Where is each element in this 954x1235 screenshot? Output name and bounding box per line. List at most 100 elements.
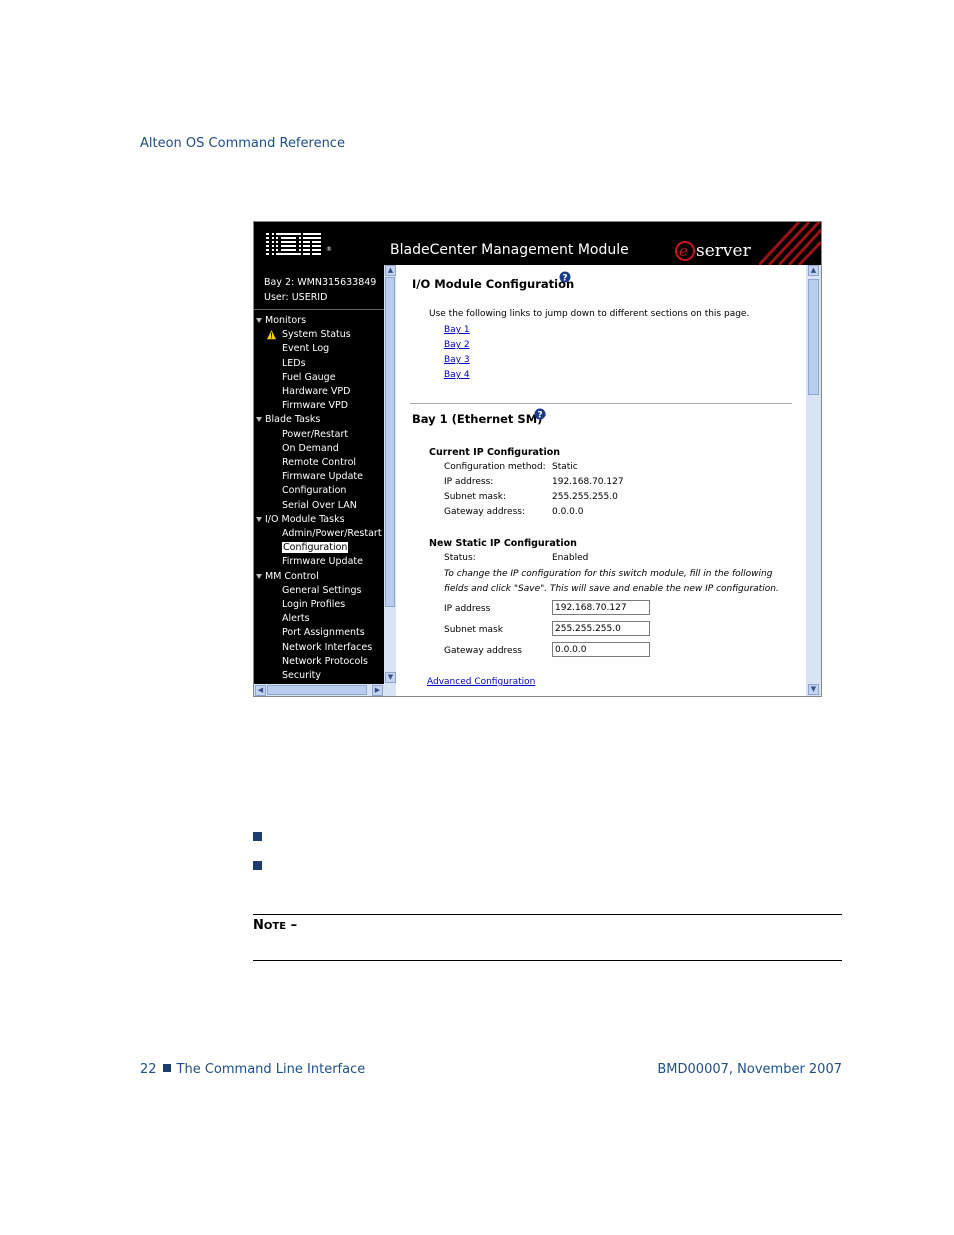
instruction-text: fields and click "Save". This will save … <box>444 584 779 594</box>
scroll-left-arrow-icon[interactable]: ◀ <box>255 685 266 696</box>
sidebar-item-label: Configuration <box>282 542 349 554</box>
sidebar-item-label: Login Profiles <box>282 599 346 610</box>
nav-section-i-o-module-tasks[interactable]: I/O Module Tasks <box>256 513 345 527</box>
nav-sidebar: Bay 2: WMN315633849 User: USERID Monitor… <box>254 265 384 696</box>
status-label: Status: <box>444 553 476 563</box>
banner-decoration-icon <box>759 222 821 265</box>
sidebar-item-label: On Demand <box>282 442 339 454</box>
sidebar-item-label: Hardware VPD <box>282 386 351 397</box>
nav-section-label: Blade Tasks <box>265 414 321 426</box>
ibm-reg-mark: ® <box>326 246 332 253</box>
divider <box>410 403 792 404</box>
sidebar-item-firmware-update[interactable]: Firmware Update <box>282 555 363 569</box>
sidebar-item-security[interactable]: Security <box>282 669 321 683</box>
scroll-up-arrow-icon[interactable]: ▲ <box>385 265 396 276</box>
instruction-text: To change the IP configuration for this … <box>444 569 773 579</box>
sidebar-item-event-log[interactable]: Event Log <box>282 342 329 356</box>
sidebar-item-alerts[interactable]: Alerts <box>282 612 310 626</box>
new-config-heading: New Static IP Configuration <box>429 538 577 549</box>
nav-section-blade-tasks[interactable]: Blade Tasks <box>256 413 320 427</box>
sidebar-item-firmware-update[interactable]: Firmware Update <box>282 470 363 484</box>
current-label: Subnet mask: <box>444 492 506 502</box>
help-icon[interactable]: ? <box>534 408 546 420</box>
sidebar-item-configuration[interactable]: Configuration <box>282 484 346 498</box>
sidebar-item-general-settings[interactable]: General Settings <box>282 584 361 598</box>
sidebar-item-firmware-vpd[interactable]: Firmware VPD <box>282 399 348 413</box>
expand-triangle-icon[interactable] <box>256 318 262 323</box>
svg-text:?: ? <box>562 274 567 284</box>
main-content: I/O Module Configuration ? Use the follo… <box>396 265 806 696</box>
bay-link-3[interactable]: Bay 3 <box>444 355 470 365</box>
sidebar-item-label: Power/Restart <box>282 428 349 440</box>
sidebar-item-hardware-vpd[interactable]: Hardware VPD <box>282 385 350 399</box>
note-label: NOTE – <box>253 918 297 933</box>
bullet-square-icon <box>253 861 262 870</box>
screenshot-bladecenter: ® BladeCenter Management Module e server… <box>253 221 822 697</box>
sidebar-item-label: Firmware Update <box>282 556 363 568</box>
sidebar-item-login-profiles[interactable]: Login Profiles <box>282 598 345 612</box>
sidebar-item-label: Security <box>282 670 322 681</box>
bay-link-4[interactable]: Bay 4 <box>444 370 470 380</box>
sidebar-item-fuel-gauge[interactable]: Fuel Gauge <box>282 371 336 385</box>
current-value: 255.255.255.0 <box>552 492 618 502</box>
scroll-right-arrow-icon[interactable]: ▶ <box>372 685 383 696</box>
nav-section-mm-control[interactable]: MM Control <box>256 570 319 584</box>
sidebar-horizontal-scrollbar[interactable]: ◀ ▶ <box>254 684 396 696</box>
sidebar-item-configuration[interactable]: Configuration <box>282 541 349 555</box>
content-vertical-scrollbar[interactable]: ▲ ▼ <box>806 265 821 696</box>
expand-triangle-icon[interactable] <box>256 516 262 522</box>
warning-icon <box>266 329 277 340</box>
ibm-logo-icon <box>266 233 324 255</box>
gateway-address-input[interactable] <box>552 642 650 657</box>
scroll-down-arrow-icon[interactable]: ▼ <box>385 672 396 683</box>
sidebar-item-network-protocols[interactable]: Network Protocols <box>282 655 368 669</box>
help-icon[interactable]: ? <box>559 271 571 283</box>
expand-triangle-icon[interactable] <box>256 417 262 423</box>
note-label-dash: – <box>286 918 298 933</box>
scroll-down-arrow-icon[interactable]: ▼ <box>808 684 819 695</box>
current-value: 0.0.0.0 <box>552 507 584 517</box>
sidebar-item-label: Fuel Gauge <box>282 371 336 383</box>
sidebar-item-on-demand[interactable]: On Demand <box>282 442 339 456</box>
scroll-up-arrow-icon[interactable]: ▲ <box>808 265 819 276</box>
subnet-mask-input[interactable] <box>552 621 650 636</box>
banner-title: BladeCenter Management Module <box>390 242 629 258</box>
bullet-square-icon <box>253 832 262 841</box>
current-value: Static <box>552 462 578 472</box>
sidebar-item-admin-power-restart[interactable]: Admin/Power/Restart <box>282 527 382 541</box>
sidebar-item-label: Network Protocols <box>282 655 368 667</box>
footer-square-icon <box>162 1064 171 1072</box>
ip-address-input[interactable] <box>552 600 650 615</box>
sidebar-item-network-interfaces[interactable]: Network Interfaces <box>282 641 372 655</box>
sidebar-item-leds[interactable]: LEDs <box>282 357 306 371</box>
bay-link-1[interactable]: Bay 1 <box>444 325 470 335</box>
footer-section: The Command Line Interface <box>176 1062 366 1077</box>
scroll-thumb[interactable] <box>385 277 395 607</box>
subnet-mask-label: Subnet mask <box>444 625 503 635</box>
scroll-thumb[interactable] <box>808 279 819 395</box>
sidebar-item-remote-control[interactable]: Remote Control <box>282 456 356 470</box>
advanced-configuration-link[interactable]: Advanced Configuration <box>427 677 535 687</box>
sidebar-item-serial-over-lan[interactable]: Serial Over LAN <box>282 499 357 513</box>
bay-link-2[interactable]: Bay 2 <box>444 340 470 350</box>
sidebar-item-label: General Settings <box>282 584 362 596</box>
scroll-thumb-horizontal[interactable] <box>267 685 367 695</box>
nav-section-label: MM Control <box>265 570 319 582</box>
bay-heading-text: Bay 1 (Ethernet SM) <box>412 412 543 426</box>
nav-section-monitors[interactable]: Monitors <box>256 314 306 328</box>
svg-text:server: server <box>696 241 752 261</box>
sidebar-item-label: Firmware Update <box>282 471 363 483</box>
sidebar-item-label: Remote Control <box>282 457 357 468</box>
svg-text:?: ? <box>537 411 542 421</box>
sidebar-item-port-assignments[interactable]: Port Assignments <box>282 626 365 640</box>
sidebar-item-system-status[interactable]: System Status <box>266 328 351 342</box>
expand-triangle-icon[interactable] <box>256 573 262 579</box>
sidebar-item-label: Configuration <box>282 485 347 497</box>
divider <box>254 309 384 310</box>
note-label-first: N <box>253 918 264 933</box>
sidebar-item-label: Serial Over LAN <box>282 499 357 511</box>
banner: ® BladeCenter Management Module e server <box>254 222 821 265</box>
bay-heading: Bay 1 (Ethernet SM)* <box>412 412 546 426</box>
sidebar-item-power-restart[interactable]: Power/Restart <box>282 428 348 442</box>
sidebar-vertical-scrollbar[interactable]: ▲ ▼ <box>384 265 396 684</box>
